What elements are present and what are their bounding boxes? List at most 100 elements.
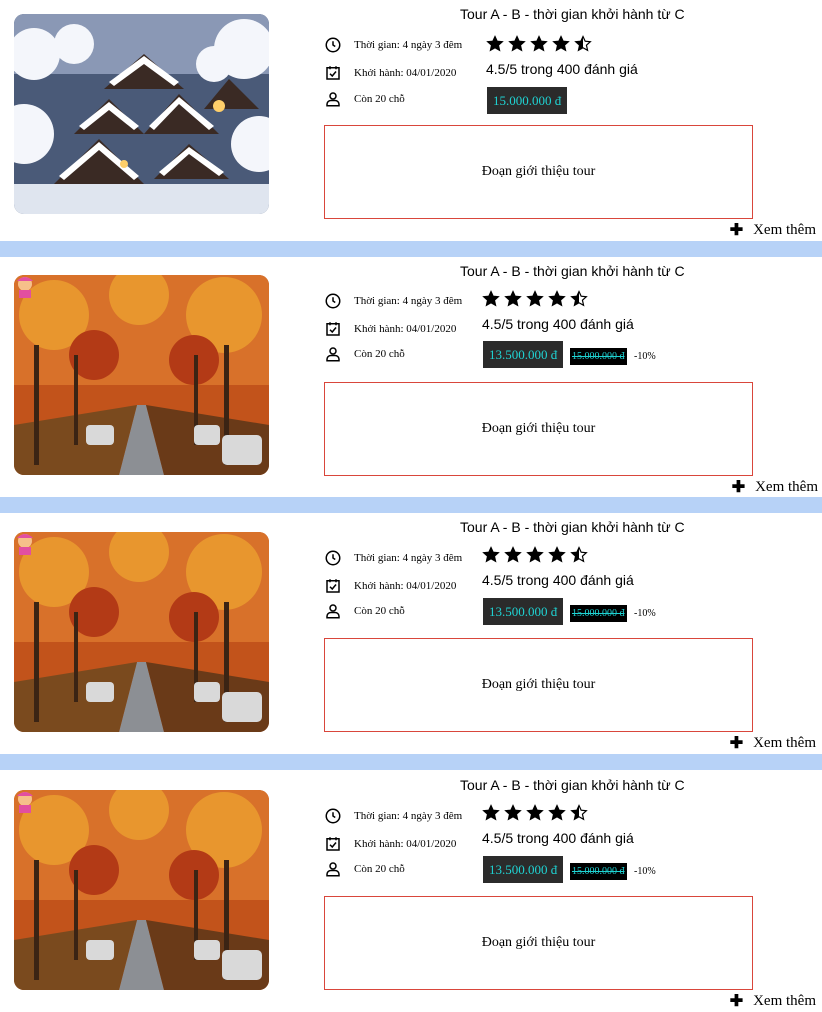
rating-text: 4.5/5 trong 400 đánh giá xyxy=(486,61,638,77)
star-full-icon xyxy=(482,290,500,307)
star-full-icon xyxy=(526,804,544,821)
old-price-tag: 15.000.000 đ xyxy=(570,605,627,622)
departure-row: Khởi hành: 04/01/2020 xyxy=(324,63,456,83)
star-full-icon xyxy=(504,290,522,307)
tour-intro-box: Đoạn giới thiệu tour xyxy=(324,382,753,476)
see-more-label: Xem thêm xyxy=(753,992,816,1009)
tour-photo[interactable] xyxy=(14,790,269,990)
star-full-icon xyxy=(530,35,548,52)
tour-photo[interactable] xyxy=(14,532,269,732)
duration-text: Thời gian: 4 ngày 3 đêm xyxy=(354,552,463,564)
tour-intro-box: Đoạn giới thiệu tour xyxy=(324,638,753,732)
clock-icon xyxy=(325,550,341,566)
departure-text: Khởi hành: 04/01/2020 xyxy=(354,323,457,335)
discount-label: -10% xyxy=(634,866,656,877)
tour-title[interactable]: Tour A - B - thời gian khởi hành từ C xyxy=(460,777,685,793)
star-full-icon xyxy=(526,290,544,307)
tour-title[interactable]: Tour A - B - thời gian khởi hành từ C xyxy=(460,263,685,279)
plus-icon: ✚ xyxy=(729,222,744,239)
see-more-button[interactable]: ✚ Xem thêm xyxy=(730,733,816,753)
price-tag: 13.500.000 đ xyxy=(483,341,564,368)
plus-icon: ✚ xyxy=(729,993,744,1010)
tour-card: Tour A - B - thời gian khởi hành từ C Th… xyxy=(0,513,822,754)
user-icon xyxy=(326,347,340,362)
star-full-icon xyxy=(486,35,504,52)
star-full-icon xyxy=(548,546,566,563)
seats-row: Còn 20 chỗ xyxy=(324,89,405,109)
rating-text: 4.5/5 trong 400 đánh giá xyxy=(482,316,634,332)
seats-row: Còn 20 chỗ xyxy=(324,859,405,879)
star-half-icon xyxy=(574,35,592,52)
rating-text: 4.5/5 trong 400 đánh giá xyxy=(482,572,634,588)
discount-label: -10% xyxy=(634,608,656,619)
star-full-icon xyxy=(508,35,526,52)
departure-text: Khởi hành: 04/01/2020 xyxy=(354,580,457,592)
card-divider xyxy=(0,497,822,513)
seats-text: Còn 20 chỗ xyxy=(354,863,405,875)
star-rating xyxy=(482,290,588,308)
star-full-icon xyxy=(526,546,544,563)
star-full-icon xyxy=(482,804,500,821)
card-divider xyxy=(0,241,822,257)
star-rating xyxy=(482,546,588,564)
duration-row: Thời gian: 4 ngày 3 đêm xyxy=(324,548,462,568)
seats-text: Còn 20 chỗ xyxy=(354,348,405,360)
price-tag: 13.500.000 đ xyxy=(483,598,564,625)
mascot-badge-icon xyxy=(17,277,33,298)
duration-row: Thời gian: 4 ngày 3 đêm xyxy=(324,35,462,55)
duration-row: Thời gian: 4 ngày 3 đêm xyxy=(324,806,462,826)
star-full-icon xyxy=(548,804,566,821)
star-full-icon xyxy=(548,290,566,307)
see-more-label: Xem thêm xyxy=(755,478,818,495)
clock-icon xyxy=(325,293,341,309)
tour-card: Tour A - B - thời gian khởi hành từ C Th… xyxy=(0,0,822,241)
card-divider xyxy=(0,754,822,770)
tour-title[interactable]: Tour A - B - thời gian khởi hành từ C xyxy=(460,519,685,535)
plus-icon: ✚ xyxy=(729,735,744,752)
mascot-badge-icon xyxy=(17,792,33,813)
seats-row: Còn 20 chỗ xyxy=(324,344,405,364)
see-more-button[interactable]: ✚ Xem thêm xyxy=(730,991,816,1011)
departure-row: Khởi hành: 04/01/2020 xyxy=(324,834,456,854)
seats-row: Còn 20 chỗ xyxy=(324,601,405,621)
star-full-icon xyxy=(482,546,500,563)
plus-icon: ✚ xyxy=(731,479,746,496)
calendar-check-icon xyxy=(326,322,340,336)
user-icon xyxy=(326,862,340,877)
clock-icon xyxy=(325,808,341,824)
star-half-icon xyxy=(570,290,588,307)
duration-row: Thời gian: 4 ngày 3 đêm xyxy=(324,291,462,311)
clock-icon xyxy=(325,37,341,53)
see-more-label: Xem thêm xyxy=(753,734,816,751)
tour-photo[interactable] xyxy=(14,275,269,475)
duration-text: Thời gian: 4 ngày 3 đêm xyxy=(354,295,463,307)
calendar-check-icon xyxy=(326,837,340,851)
user-icon xyxy=(326,92,340,107)
star-half-icon xyxy=(570,804,588,821)
old-price-tag: 15.000.000 đ xyxy=(570,348,627,365)
departure-text: Khởi hành: 04/01/2020 xyxy=(354,67,457,79)
tour-card: Tour A - B - thời gian khởi hành từ C Th… xyxy=(0,257,822,498)
see-more-button[interactable]: ✚ Xem thêm xyxy=(732,477,818,497)
star-rating xyxy=(482,804,588,822)
seats-text: Còn 20 chỗ xyxy=(354,605,405,617)
calendar-check-icon xyxy=(326,66,340,80)
tour-card: Tour A - B - thời gian khởi hành từ C Th… xyxy=(0,771,822,1012)
star-rating xyxy=(486,35,592,53)
departure-text: Khởi hành: 04/01/2020 xyxy=(354,838,457,850)
departure-row: Khởi hành: 04/01/2020 xyxy=(324,576,456,596)
user-icon xyxy=(326,604,340,619)
star-full-icon xyxy=(504,804,522,821)
price-tag: 15.000.000 đ xyxy=(487,87,568,114)
tour-intro-box: Đoạn giới thiệu tour xyxy=(324,125,753,219)
rating-text: 4.5/5 trong 400 đánh giá xyxy=(482,830,634,846)
discount-label: -10% xyxy=(634,351,656,362)
tour-photo[interactable] xyxy=(14,14,269,214)
duration-text: Thời gian: 4 ngày 3 đêm xyxy=(354,810,463,822)
departure-row: Khởi hành: 04/01/2020 xyxy=(324,319,456,339)
tour-title[interactable]: Tour A - B - thời gian khởi hành từ C xyxy=(460,6,685,22)
star-full-icon xyxy=(504,546,522,563)
star-half-icon xyxy=(570,546,588,563)
see-more-button[interactable]: ✚ Xem thêm xyxy=(730,220,816,240)
see-more-label: Xem thêm xyxy=(753,221,816,238)
